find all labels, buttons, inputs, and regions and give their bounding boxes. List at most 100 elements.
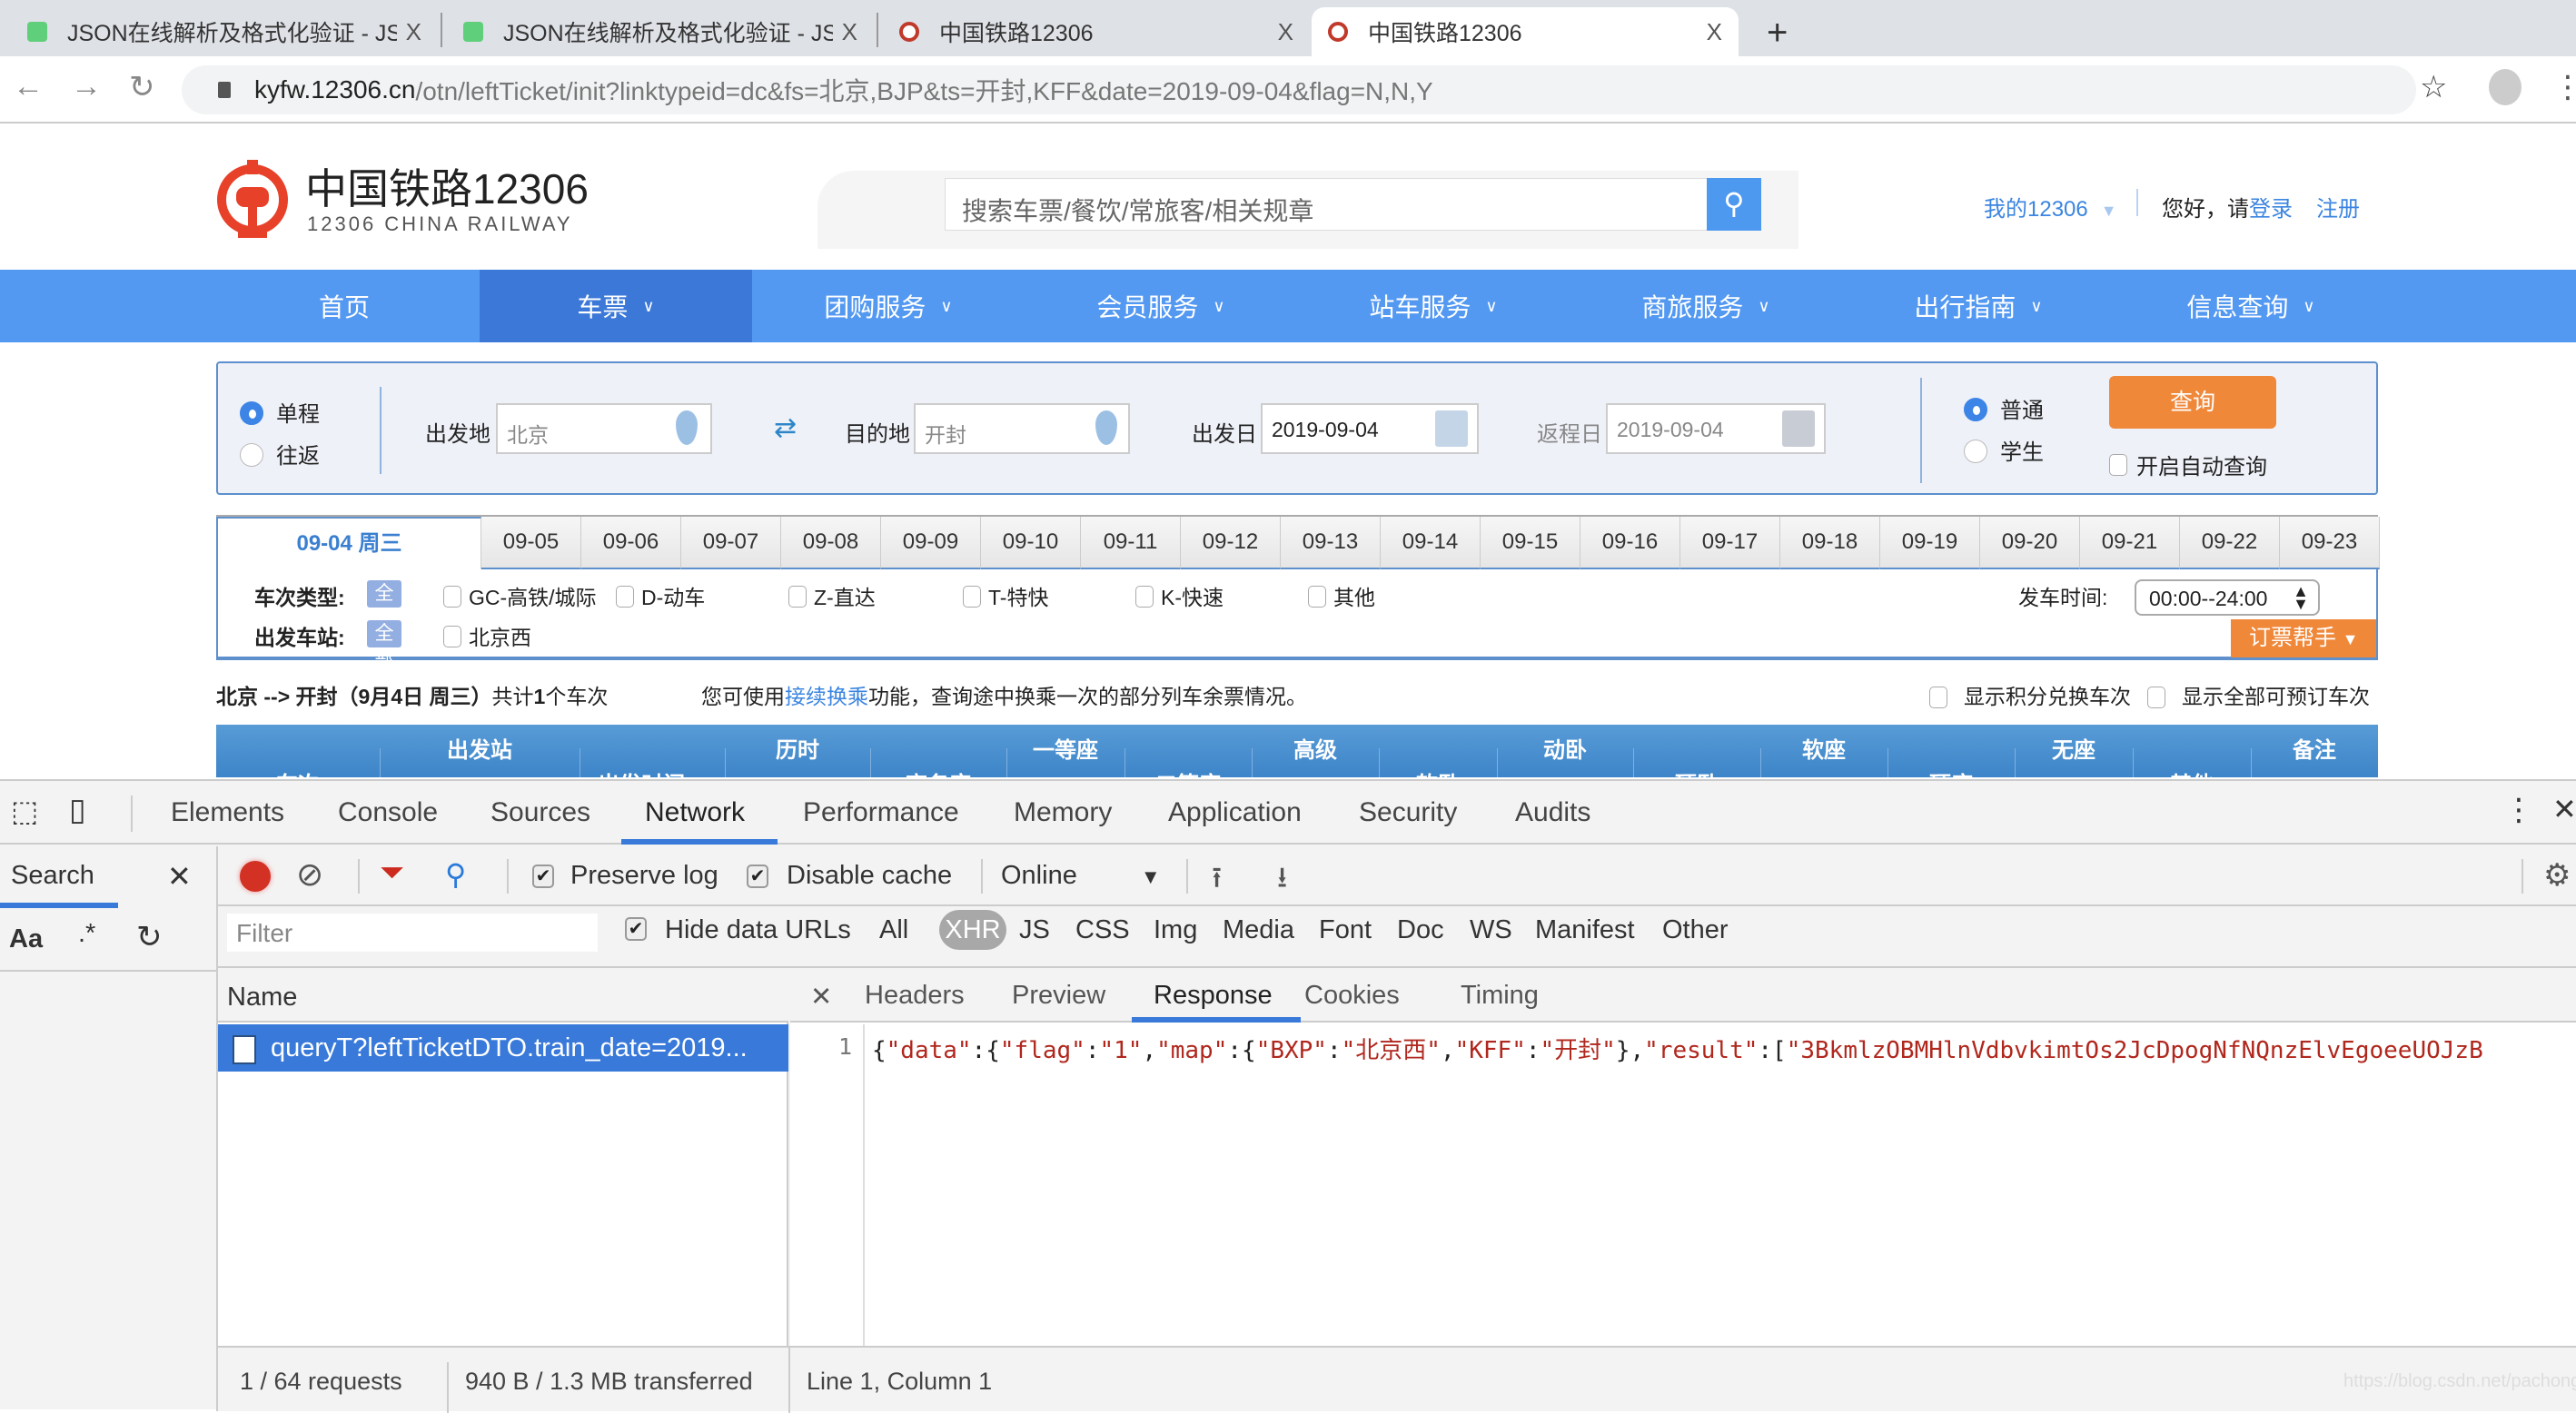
- type-filter-all[interactable]: All: [879, 915, 908, 945]
- new-tab-button[interactable]: +: [1767, 13, 1788, 54]
- nav-tickets[interactable]: 车票 ∨: [480, 270, 752, 342]
- table-header-cell[interactable]: 高级: [1261, 732, 1370, 764]
- nav-travel-guide[interactable]: 出行指南 ∨: [1842, 270, 2115, 342]
- type-filter-img[interactable]: Img: [1154, 915, 1197, 945]
- train-type-checkbox[interactable]: [788, 586, 807, 608]
- preserve-log-checkbox[interactable]: ✔: [532, 865, 554, 888]
- nav-business-travel[interactable]: 商旅服务 ∨: [1570, 270, 1842, 342]
- table-header-cell[interactable]: 其他: [2137, 766, 2246, 777]
- match-case-toggle[interactable]: Aa: [9, 924, 43, 954]
- devtools-tab-console[interactable]: Console: [338, 797, 438, 828]
- type-filter-js[interactable]: JS: [1019, 915, 1050, 945]
- table-header-cell[interactable]: 一等座: [1011, 732, 1120, 764]
- close-devtools-icon[interactable]: ✕: [2552, 792, 2576, 826]
- date-tab[interactable]: 09-19: [1880, 517, 1980, 569]
- date-tab[interactable]: 09-10: [981, 517, 1081, 569]
- date-tab[interactable]: 09-05: [481, 517, 581, 569]
- detail-tab-cookies[interactable]: Cookies: [1304, 981, 1400, 1011]
- train-type-checkbox[interactable]: [616, 586, 634, 608]
- date-tab[interactable]: 09-13: [1281, 517, 1381, 569]
- refresh-search-icon[interactable]: ↻: [136, 919, 163, 955]
- type-filter-font[interactable]: Font: [1319, 915, 1372, 945]
- swap-stations-icon[interactable]: ⇄: [774, 415, 805, 442]
- response-body[interactable]: {"data":{"flag":"1","map":{"BXP":"北京西","…: [872, 1032, 2483, 1065]
- train-type-checkbox[interactable]: [443, 586, 461, 608]
- table-header-cell[interactable]: 车次: [243, 766, 352, 777]
- date-tab[interactable]: 09-07: [681, 517, 781, 569]
- nav-home[interactable]: 首页: [209, 270, 480, 342]
- train-type-checkbox[interactable]: [963, 586, 981, 608]
- devtools-tab-elements[interactable]: Elements: [171, 797, 284, 828]
- close-tab-icon[interactable]: X: [1278, 18, 1293, 46]
- devtools-tab-memory[interactable]: Memory: [1014, 797, 1112, 828]
- device-toolbar-icon[interactable]: ▯: [69, 792, 86, 828]
- export-har-icon[interactable]: ⭳: [1277, 857, 1287, 906]
- type-filter-ws[interactable]: WS: [1470, 915, 1512, 945]
- detail-tab-timing[interactable]: Timing: [1461, 981, 1539, 1011]
- settings-gear-icon[interactable]: ⚙: [2543, 857, 2571, 894]
- train-type-checkbox[interactable]: [1135, 586, 1154, 608]
- site-search-input[interactable]: 搜索车票/餐饮/常旅客/相关规章: [945, 178, 1708, 231]
- url-input[interactable]: kyfw.12306.cn/otn/leftTicket/init?linkty…: [182, 65, 2416, 114]
- devtools-tab-performance[interactable]: Performance: [803, 797, 959, 828]
- close-tab-icon[interactable]: X: [406, 18, 421, 46]
- type-filter-css[interactable]: CSS: [1075, 915, 1130, 945]
- table-header-cell[interactable]: 二等座: [1134, 766, 1243, 777]
- adult-radio[interactable]: [1964, 398, 1987, 421]
- one-way-radio[interactable]: [240, 401, 263, 425]
- type-filter-doc[interactable]: Doc: [1397, 915, 1444, 945]
- type-filter-manifest[interactable]: Manifest: [1535, 915, 1635, 945]
- date-tab[interactable]: 09-08: [781, 517, 881, 569]
- bookmark-star-icon[interactable]: ☆: [2420, 69, 2447, 105]
- hide-data-urls-checkbox[interactable]: ✔: [625, 917, 647, 941]
- date-tab[interactable]: 09-16: [1580, 517, 1680, 569]
- date-tab[interactable]: 09-18: [1780, 517, 1880, 569]
- calendar-icon[interactable]: [1435, 410, 1468, 447]
- date-tab-active[interactable]: 09-04 周三: [216, 517, 481, 569]
- nav-member-service[interactable]: 会员服务 ∨: [1025, 270, 1297, 342]
- date-tab[interactable]: 09-09: [881, 517, 981, 569]
- throttle-select[interactable]: Online ▼: [1001, 861, 1161, 891]
- detail-tab-response[interactable]: Response: [1154, 981, 1273, 1011]
- type-filter-other[interactable]: Other: [1662, 915, 1729, 945]
- network-filter-input[interactable]: Filter: [227, 914, 598, 952]
- filter-icon[interactable]: ⏷: [380, 855, 404, 891]
- transfer-link[interactable]: 接续换乘: [785, 685, 868, 708]
- date-tab[interactable]: 09-21: [2080, 517, 2180, 569]
- table-header-cell[interactable]: 软座: [1769, 732, 1878, 764]
- date-tab[interactable]: 09-22: [2180, 517, 2280, 569]
- browser-menu-icon[interactable]: ⋮: [2552, 69, 2576, 105]
- inspect-element-icon[interactable]: ⬚: [11, 794, 38, 828]
- register-link[interactable]: 注册: [2316, 191, 2360, 222]
- browser-tab[interactable]: JSON在线解析及格式化验证 - JSON X: [11, 7, 438, 56]
- student-radio[interactable]: [1964, 440, 1987, 463]
- type-filter-media[interactable]: Media: [1223, 915, 1294, 945]
- site-brand[interactable]: 中国铁路12306: [305, 156, 589, 216]
- table-header-cell[interactable]: 出发时间▲: [598, 766, 707, 777]
- profile-avatar-icon[interactable]: [2489, 69, 2522, 105]
- back-icon[interactable]: ←: [13, 69, 44, 104]
- table-header-cell[interactable]: 硬座: [1897, 766, 2006, 777]
- table-header-cell[interactable]: 历时: [743, 732, 852, 764]
- login-link[interactable]: 登录: [2249, 197, 2293, 222]
- search-icon[interactable]: ⚲: [445, 857, 466, 892]
- devtools-tab-security[interactable]: Security: [1359, 797, 1457, 828]
- devtools-tab-application[interactable]: Application: [1168, 797, 1302, 828]
- table-header-cell[interactable]: 出发站: [425, 732, 534, 764]
- table-header-cell[interactable]: 无座: [2019, 732, 2128, 764]
- my12306-menu[interactable]: 我的12306 ▼: [1984, 191, 2117, 222]
- nav-group-service[interactable]: 团购服务 ∨: [752, 270, 1025, 342]
- request-row-selected[interactable]: queryT?leftTicketDTO.train_date=2019...: [218, 1024, 788, 1072]
- devtools-tab-sources[interactable]: Sources: [490, 797, 590, 828]
- regex-toggle[interactable]: .*: [78, 919, 95, 949]
- forward-icon[interactable]: →: [71, 69, 102, 104]
- table-header-cell[interactable]: 商务座: [884, 766, 993, 777]
- site-search-button[interactable]: ⚲: [1707, 178, 1761, 231]
- name-column-header[interactable]: Name: [218, 968, 788, 1023]
- train-type-checkbox[interactable]: [1308, 586, 1326, 608]
- date-tab[interactable]: 09-06: [581, 517, 681, 569]
- table-header-cell[interactable]: 备注: [2260, 732, 2369, 764]
- nav-info-query[interactable]: 信息查询 ∨: [2115, 270, 2387, 342]
- date-tab[interactable]: 09-11: [1081, 517, 1181, 569]
- table-header-cell[interactable]: 动卧: [1511, 732, 1620, 764]
